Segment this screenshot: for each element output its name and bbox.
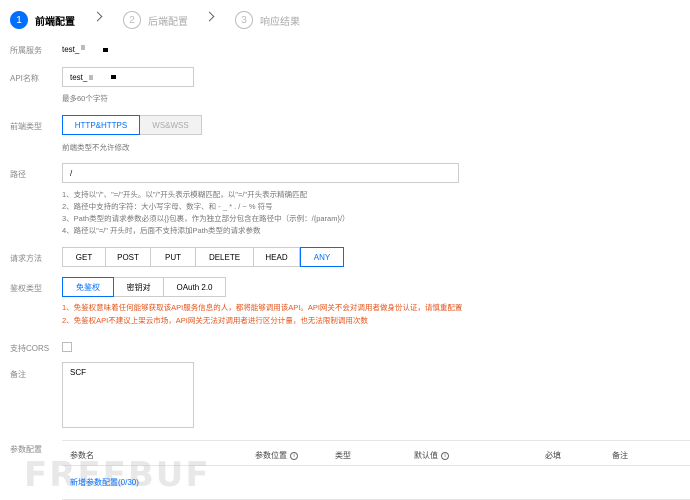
- cors-label: 支持CORS: [10, 344, 50, 353]
- method-get[interactable]: GET: [62, 247, 106, 267]
- auth-none[interactable]: 免鉴权: [62, 277, 114, 297]
- step-2[interactable]: 2 后端配置: [123, 11, 188, 29]
- column-header-default-text: 默认值: [414, 451, 438, 460]
- column-header-remark: 备注: [612, 451, 628, 460]
- step-1-number: 1: [10, 11, 28, 29]
- path-label: 路径: [10, 170, 26, 179]
- add-param-link[interactable]: 新增参数配置(0/30): [70, 477, 139, 488]
- api-name-value: test_: [70, 72, 88, 82]
- api-name-label: API名称: [10, 74, 39, 83]
- step-3-number: 3: [235, 11, 253, 29]
- method-post[interactable]: POST: [106, 247, 151, 267]
- auth-label: 鉴权类型: [10, 284, 42, 293]
- redaction-mark: [111, 75, 117, 79]
- watermark-logo: FREEBUF: [24, 455, 211, 495]
- method-head[interactable]: HEAD: [254, 247, 300, 267]
- frontend-type-ws[interactable]: WS&WSS: [140, 115, 202, 135]
- column-header-required: 必填: [545, 451, 561, 460]
- path-input[interactable]: /: [62, 163, 459, 183]
- params-label: 参数配置: [10, 445, 42, 454]
- path-hint-1: 1、支持以"/"、"=/"开头。以"/"开头表示模糊匹配，以"=/"开头表示精确…: [62, 190, 308, 199]
- method-put[interactable]: PUT: [151, 247, 196, 267]
- step-2-number: 2: [123, 11, 141, 29]
- column-header-position: 参数位置 i: [255, 450, 298, 461]
- api-name-input[interactable]: test_: [62, 67, 194, 87]
- redaction-mark: [81, 45, 86, 50]
- frontend-type-label: 前端类型: [10, 122, 42, 131]
- frontend-type-group: HTTP&HTTPS WS&WSS: [62, 115, 202, 135]
- remark-label: 备注: [10, 370, 26, 379]
- info-icon[interactable]: i: [290, 451, 298, 460]
- method-any[interactable]: ANY: [300, 247, 344, 267]
- column-header-type: 类型: [335, 451, 351, 460]
- cors-checkbox[interactable]: [62, 342, 72, 352]
- chevron-right-icon: [204, 11, 215, 22]
- chevron-right-icon: [92, 11, 103, 22]
- method-label: 请求方法: [10, 254, 42, 263]
- path-hint-4: 4、路径以"=/" 开头时，后面不支持添加Path类型的请求参数: [62, 226, 261, 235]
- method-group: GET POST PUT DELETE HEAD ANY: [62, 247, 344, 267]
- auth-keypair[interactable]: 密钥对: [114, 277, 164, 297]
- column-header-default: 默认值 i: [414, 450, 449, 461]
- auth-oauth[interactable]: OAuth 2.0: [164, 277, 226, 297]
- step-3[interactable]: 3 响应结果: [235, 11, 300, 29]
- remark-textarea[interactable]: SCF: [62, 362, 194, 428]
- auth-group: 免鉴权 密钥对 OAuth 2.0: [62, 277, 226, 297]
- method-delete[interactable]: DELETE: [196, 247, 254, 267]
- path-hint-3: 3、Path类型的请求参数必须以{}包裹，作为独立部分包含在路径中（示例：/{p…: [62, 214, 350, 223]
- redaction-mark: [89, 74, 94, 80]
- step-3-label: 响应结果: [260, 16, 300, 28]
- service-label: 所属服务: [10, 46, 42, 55]
- step-1-label: 前端配置: [35, 16, 75, 28]
- auth-warning-1: 1、免鉴权意味着任何能够获取该API服务信息的人，都将能够调用该API。API网…: [62, 303, 463, 312]
- info-icon[interactable]: i: [441, 451, 449, 460]
- service-value: test_: [62, 45, 109, 54]
- frontend-type-hint: 前端类型不允许修改: [62, 143, 130, 152]
- column-header-position-text: 参数位置: [255, 451, 287, 460]
- redaction-mark: [103, 48, 109, 52]
- frontend-type-http[interactable]: HTTP&HTTPS: [62, 115, 140, 135]
- api-name-hint: 最多60个字符: [62, 94, 108, 103]
- service-value-text: test_: [62, 45, 80, 54]
- step-1[interactable]: 1 前端配置: [10, 11, 75, 29]
- path-hint-2: 2、路径中支持的字符：大小写字母、数字、和 - _ * . / ~ % 符号: [62, 202, 273, 211]
- step-2-label: 后端配置: [148, 16, 188, 28]
- auth-warning-2: 2、免鉴权API不建议上架云市场，API网关无法对调用者进行区分计量，也无法限制…: [62, 316, 368, 325]
